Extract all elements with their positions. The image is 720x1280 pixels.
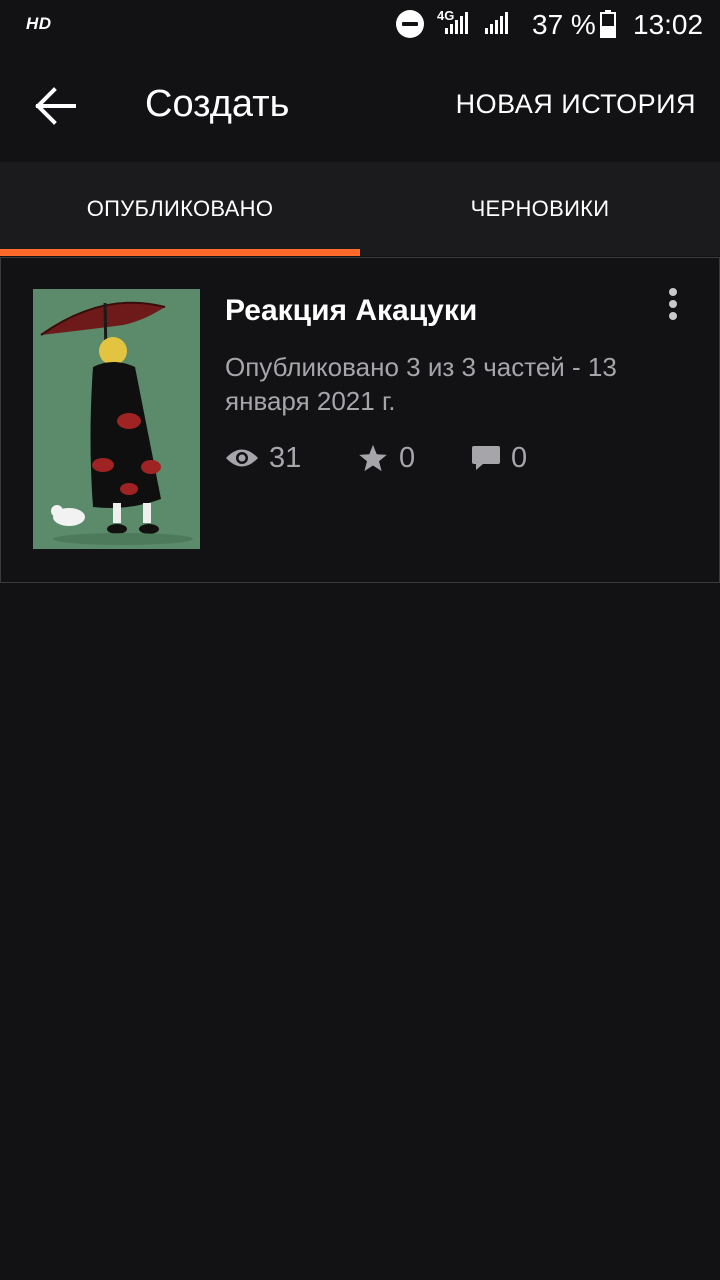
active-tab-indicator	[0, 249, 360, 256]
tab-drafts[interactable]: ЧЕРНОВИКИ	[360, 162, 720, 256]
views-stat: 31	[225, 438, 301, 478]
votes-stat: 0	[357, 438, 415, 478]
back-arrow-icon[interactable]	[34, 86, 78, 126]
story-cover-image[interactable]	[33, 289, 200, 549]
votes-count: 0	[399, 441, 416, 474]
comments-count: 0	[511, 441, 528, 474]
battery-icon	[600, 10, 616, 38]
comment-icon	[472, 446, 500, 470]
do-not-disturb-icon	[396, 10, 424, 38]
signal-icon-secondary	[485, 12, 508, 34]
status-bar: HD 4G 37 % 13:02	[0, 0, 720, 50]
page-title: Создать	[145, 83, 290, 125]
story-card[interactable]: Реакция Акацуки Опубликовано 3 из 3 част…	[0, 257, 720, 583]
story-title[interactable]: Реакция Акацуки	[225, 294, 477, 328]
cover-illustration	[33, 289, 200, 549]
views-count: 31	[269, 441, 302, 474]
eye-icon	[226, 449, 258, 467]
story-publish-info: Опубликовано 3 из 3 частей - 13 января 2…	[225, 352, 617, 416]
hd-indicator: HD	[26, 14, 52, 33]
star-icon	[359, 444, 387, 472]
comments-stat: 0	[471, 438, 527, 478]
more-options-icon[interactable]	[665, 286, 681, 326]
battery-percent: 37 %	[532, 9, 596, 40]
tab-published[interactable]: ОПУБЛИКОВАНО	[0, 162, 360, 256]
new-story-button[interactable]: НОВАЯ ИСТОРИЯ	[456, 89, 696, 120]
signal-icon	[445, 12, 468, 34]
clock: 13:02	[633, 9, 704, 40]
tab-bar: ОПУБЛИКОВАНО ЧЕРНОВИКИ	[0, 162, 720, 256]
app-bar: Создать НОВАЯ ИСТОРИЯ	[0, 50, 720, 162]
